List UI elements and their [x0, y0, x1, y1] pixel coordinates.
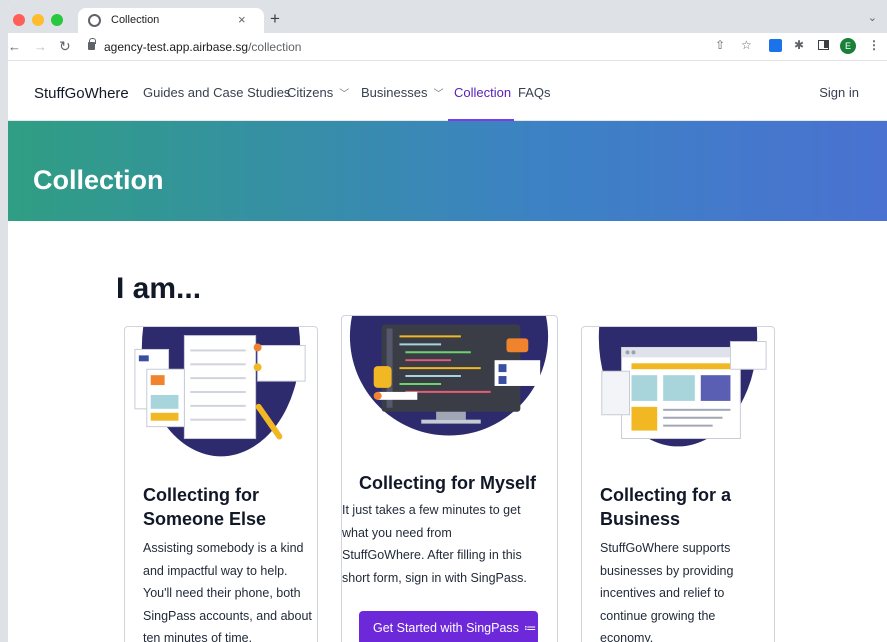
forward-arrow-icon[interactable]: → [34, 39, 47, 54]
code-monitor-illustration [349, 316, 549, 436]
minimize-window-button[interactable] [32, 14, 44, 26]
card-title: Collecting for a Business [600, 485, 732, 529]
star-icon[interactable]: ☆ [741, 38, 752, 52]
reload-icon[interactable]: ↻ [59, 38, 71, 55]
share-icon[interactable]: ⇧ [715, 38, 725, 52]
kebab-menu-icon[interactable]: ⋮ [868, 38, 880, 52]
chevron-down-icon[interactable]: ⌄ [868, 11, 877, 24]
back-arrow-icon[interactable]: ← [8, 39, 21, 54]
card-business[interactable]: Collecting for a Business StuffGoWhere s… [581, 326, 775, 642]
nav-item-guides[interactable]: Guides and Case Studies [143, 85, 290, 100]
extension-icon[interactable] [769, 39, 782, 52]
nav-item-faqs[interactable]: FAQs [518, 85, 551, 100]
side-panel-icon[interactable] [818, 40, 829, 50]
browser-window: Collection × + ⌄ ← → ↻ agency-test.app.a… [8, 0, 887, 642]
dashboard-illustration [598, 327, 767, 447]
globe-icon [88, 14, 101, 27]
card-title: Collecting for Someone Else [143, 485, 267, 529]
puzzle-icon[interactable]: ✱ [794, 38, 804, 52]
section-heading: I am... [116, 272, 202, 305]
tab-bar: Collection × + ⌄ [8, 0, 887, 33]
chevron-down-icon: ﹀ [433, 89, 444, 100]
card-title: Collecting for Myself [359, 473, 537, 493]
lock-icon[interactable] [88, 38, 96, 50]
close-icon[interactable]: × [238, 12, 246, 27]
tab-title: Collection [111, 14, 160, 26]
browser-toolbar: ← → ↻ agency-test.app.airbase.sg/collect… [8, 33, 887, 61]
card-description: StuffGoWhere supports businesses by prov… [600, 541, 734, 642]
card-description: Assisting somebody is a kind and impactf… [143, 541, 312, 642]
card-someone-else[interactable]: Collecting for Someone Else Assisting so… [124, 326, 318, 642]
page-title: Collection [33, 165, 164, 195]
hero-banner: Collection [8, 121, 887, 221]
url-text[interactable]: agency-test.app.airbase.sg/collection [104, 40, 301, 54]
nav-item-citizens[interactable]: Citizens ﹀ [287, 85, 349, 100]
card-myself[interactable]: Collecting for Myself It just takes a fe… [341, 315, 558, 642]
documents-illustration [134, 327, 306, 457]
site-navbar: StuffGoWhere Guides and Case Studies Cit… [8, 61, 887, 121]
tab-collection[interactable]: Collection × [78, 8, 264, 33]
avatar[interactable]: E [840, 38, 856, 54]
address-bar[interactable]: agency-test.app.airbase.sg/collection [78, 36, 758, 58]
new-tab-button[interactable]: + [270, 9, 280, 29]
card-description: It just takes a few minutes to get what … [342, 503, 527, 585]
close-window-button[interactable] [13, 14, 25, 26]
brand-logo[interactable]: StuffGoWhere [34, 85, 129, 102]
list-icon: ≔ [523, 621, 537, 635]
get-started-singpass-button[interactable]: Get Started with SingPass ≔ [359, 611, 538, 642]
chevron-down-icon: ﹀ [339, 89, 350, 100]
nav-item-collection[interactable]: Collection [454, 85, 511, 100]
nav-item-businesses[interactable]: Businesses ﹀ [361, 85, 443, 100]
sign-in-link[interactable]: Sign in [819, 85, 859, 100]
maximize-window-button[interactable] [51, 14, 63, 26]
